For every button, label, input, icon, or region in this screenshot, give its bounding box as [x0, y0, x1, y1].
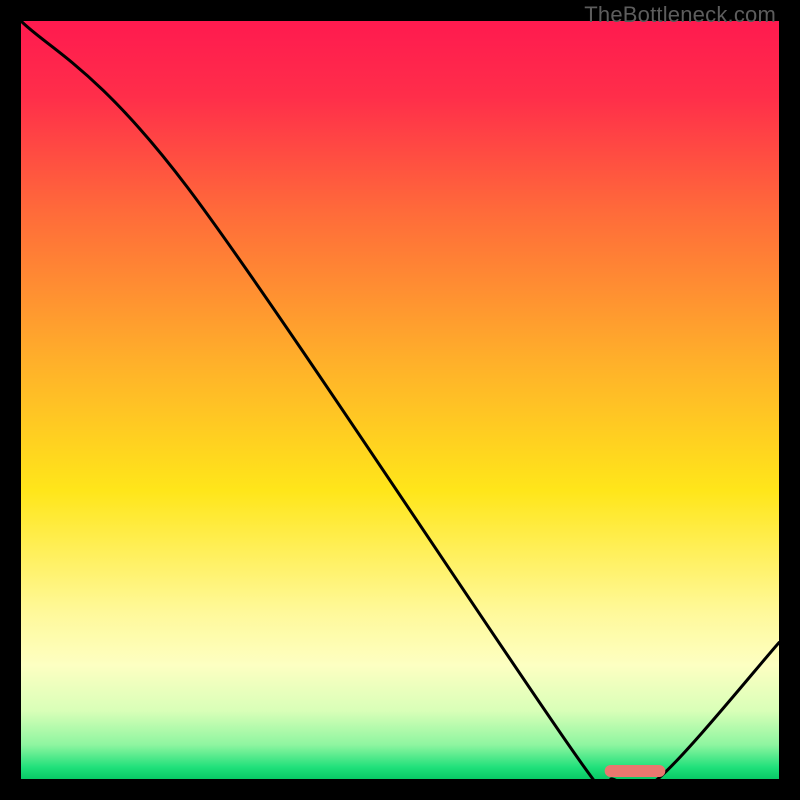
- bottleneck-chart: [21, 21, 779, 779]
- chart-background: [21, 21, 779, 779]
- watermark-label: TheBottleneck.com: [584, 2, 776, 28]
- optimal-range-marker: [605, 765, 666, 777]
- chart-frame: [21, 21, 779, 779]
